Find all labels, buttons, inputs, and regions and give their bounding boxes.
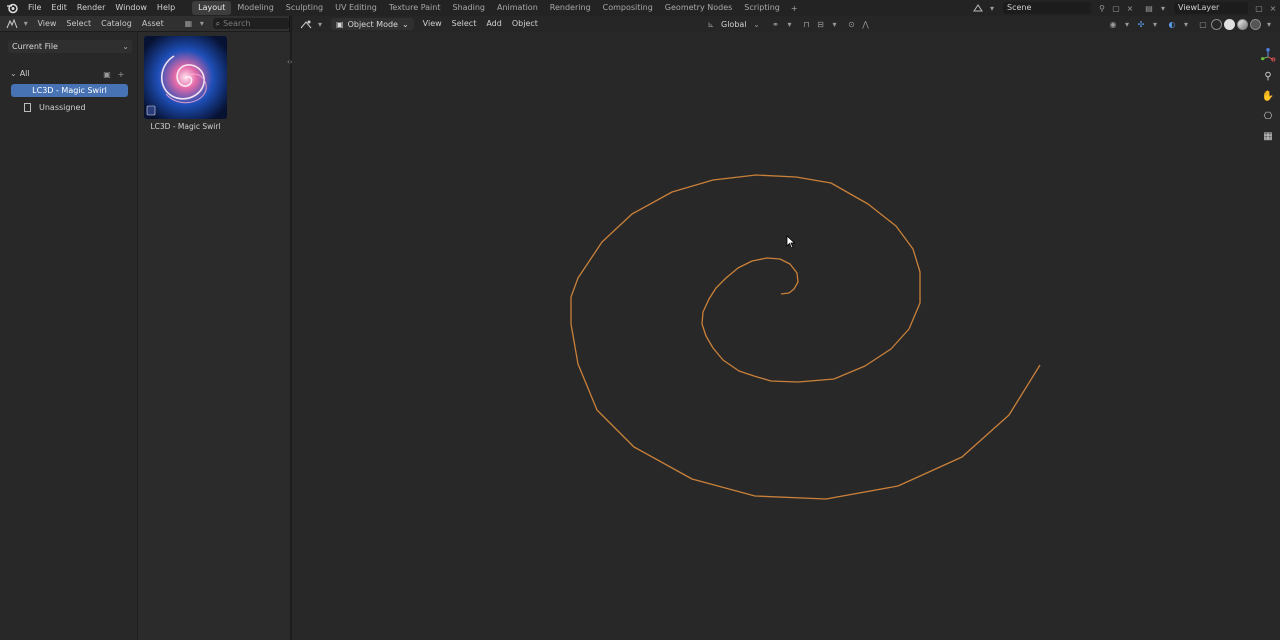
catalog-all[interactable]: ⌄ All [10,69,30,78]
tab-geometry-nodes[interactable]: Geometry Nodes [659,1,738,15]
mouse-cursor-icon [786,235,796,249]
hand-pan-icon[interactable]: ✋ [1260,88,1276,104]
tab-shading[interactable]: Shading [446,1,491,15]
document-icon [24,103,31,112]
asset-thumbnail[interactable] [144,36,227,119]
chevron-down-icon[interactable]: ▾ [1157,2,1169,14]
asset-grid: LC3D - Magic Swirl [139,32,290,640]
view-layer-field[interactable]: ViewLayer [1174,2,1248,14]
asset-library-label: Current File [12,42,58,51]
camera-view-icon[interactable]: ⎔ [1260,108,1276,124]
chevron-down-icon: ⌄ [122,42,129,51]
catalog-item-label: LC3D - Magic Swirl [32,86,107,95]
axis-gizmo-icon[interactable] [1260,48,1276,64]
tab-texture-paint[interactable]: Texture Paint [383,1,447,15]
spiral-curve[interactable] [292,16,1280,640]
editor-type-icon[interactable] [6,18,18,30]
tab-uv-editing[interactable]: UV Editing [329,1,383,15]
spiral-curve-path[interactable] [570,174,1041,500]
save-catalog-icon[interactable]: ▣ [101,68,113,80]
catalog-item-label: Unassigned [39,103,86,112]
grid-view-icon[interactable]: ▦ [183,18,194,30]
asset-name: LC3D - Magic Swirl [150,122,221,131]
tab-modeling[interactable]: Modeling [231,1,279,15]
new-view-layer-icon[interactable]: ▢ [1253,2,1265,14]
tab-animation[interactable]: Animation [491,1,544,15]
asset-search-input[interactable]: ⌕ Search [212,18,289,29]
catalog-tools: ▣ + [100,68,128,80]
asset-browser-header: ▾ View Select Catalog Asset ▦ ▾ ⌕ Search [0,16,289,32]
menu-help[interactable]: Help [152,0,180,16]
menu-window[interactable]: Window [110,0,152,16]
new-scene-icon[interactable]: ▢ [1110,2,1122,14]
add-catalog-icon[interactable]: + [115,68,127,80]
tab-compositing[interactable]: Compositing [597,1,659,15]
tab-sculpting[interactable]: Sculpting [280,1,329,15]
menu-edit[interactable]: Edit [46,0,72,16]
menu-view[interactable]: View [32,16,61,32]
close-icon[interactable]: × [1267,2,1279,14]
menu-catalog[interactable]: Catalog [96,16,137,32]
asset-browser-editor: ▾ View Select Catalog Asset ▦ ▾ ⌕ Search… [0,16,293,640]
view-layer-icon[interactable]: ▤ [1143,2,1155,14]
tab-scripting[interactable]: Scripting [738,1,786,15]
search-placeholder: Search [223,19,251,28]
catalog-item-magic-swirl[interactable]: LC3D - Magic Swirl [11,84,128,97]
scene-icon[interactable] [972,2,984,14]
menu-asset[interactable]: Asset [137,16,169,32]
asset-catalog-sidebar [0,32,138,640]
top-right-controls: ▾ Scene ⚲ ▢ × ▤ ▾ ViewLayer ▢ × [971,0,1280,16]
blender-logo-icon[interactable] [5,1,19,15]
tab-rendering[interactable]: Rendering [544,1,597,15]
menu-render[interactable]: Render [72,0,110,16]
perspective-grid-icon[interactable]: ▦ [1260,128,1276,144]
menu-file[interactable]: File [23,0,46,16]
scene-name-field[interactable]: Scene [1003,2,1091,14]
workspace-tabs: Layout Modeling Sculpting UV Editing Tex… [192,0,802,16]
magic-swirl-preview-icon [144,36,227,119]
tab-layout[interactable]: Layout [192,1,232,15]
menu-select[interactable]: Select [61,16,96,32]
close-icon[interactable]: × [1124,2,1136,14]
chevron-down-icon[interactable]: ▾ [986,2,998,14]
add-workspace-button[interactable]: + [786,4,803,13]
3d-viewport[interactable]: ▾ ▣ Object Mode ⌄ View Select Add Object… [292,16,1280,640]
chevron-down-icon: ⌄ [10,69,17,78]
search-icon: ⌕ [215,18,221,28]
zoom-icon[interactable]: ⚲ [1260,68,1276,84]
chevron-down-icon[interactable]: ▾ [196,18,207,30]
asset-library-dropdown[interactable]: Current File ⌄ [8,40,132,53]
navigation-gizmo: ⚲ ✋ ⎔ ▦ [1256,44,1280,148]
chevron-down-icon[interactable]: ▾ [20,18,31,30]
catalog-all-label: All [19,69,30,78]
pin-icon[interactable]: ⚲ [1096,2,1108,14]
catalog-item-unassigned[interactable]: Unassigned [11,101,128,114]
top-bar: File Edit Render Window Help Layout Mode… [0,0,1280,16]
